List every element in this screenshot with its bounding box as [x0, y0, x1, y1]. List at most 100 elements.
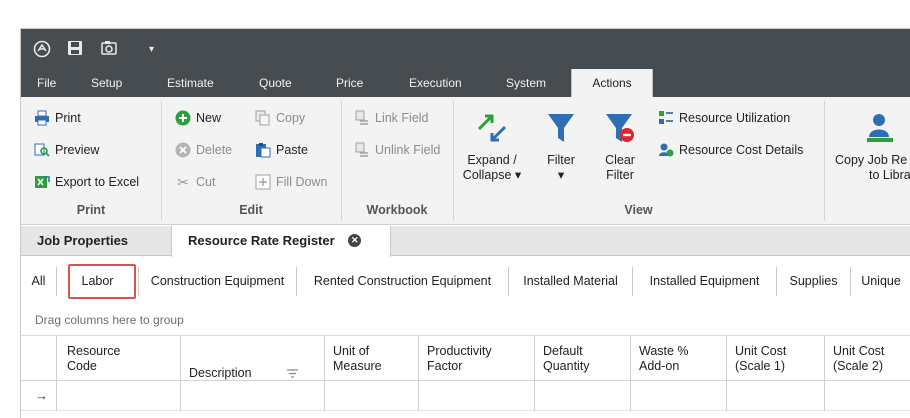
resource-utilization-icon: [657, 109, 675, 127]
table-row[interactable]: →: [21, 381, 910, 411]
paste-button[interactable]: Paste: [254, 139, 308, 161]
copy-job-label-line2: to Libra: [869, 168, 910, 182]
copy-job-label-line1: Copy Job Re: [835, 153, 908, 167]
camera-icon[interactable]: [101, 40, 119, 56]
row-selector[interactable]: →: [21, 381, 57, 411]
paste-label: Paste: [276, 143, 308, 157]
save-icon[interactable]: [67, 40, 83, 56]
tab-job-properties-label: Job Properties: [37, 233, 129, 248]
copy-job-resources-icon: [865, 111, 910, 149]
tab-resource-rate-register[interactable]: Resource Rate Register ✕: [171, 226, 391, 257]
print-group-label: Print: [76, 203, 106, 217]
filter-funnel-icon: [541, 111, 581, 149]
application-window: ▾ File Setup Estimate Quote Price Execut…: [20, 28, 910, 418]
paste-icon: [254, 141, 272, 159]
plus-circle-icon: [174, 109, 192, 127]
column-waste-add-on[interactable]: Waste % Add-on: [631, 336, 727, 381]
clear-filter-button[interactable]: Clear Filter: [598, 111, 642, 183]
delete-icon: [174, 141, 192, 159]
subtab-installed-equipment[interactable]: Installed Equipment: [633, 267, 777, 296]
cell-unit-cost-scale-2[interactable]: [825, 381, 910, 411]
group-by-area[interactable]: Drag columns here to group: [21, 304, 910, 336]
cell-default-quantity[interactable]: [535, 381, 631, 411]
unlink-field-icon: [353, 141, 371, 159]
current-row-arrow-icon: →: [35, 388, 48, 403]
cell-productivity-factor[interactable]: [419, 381, 535, 411]
delete-button[interactable]: Delete: [174, 139, 232, 161]
ribbon: Print Preview Export to Excel Print New: [21, 97, 910, 225]
close-tab-icon[interactable]: ✕: [348, 234, 362, 248]
cut-button[interactable]: ✂ Cut: [174, 171, 215, 193]
app-logo-icon[interactable]: [33, 40, 51, 58]
expand-collapse-icon: [461, 111, 523, 149]
link-field-label: Link Field: [375, 111, 429, 125]
column-productivity-factor[interactable]: Productivity Factor: [419, 336, 535, 381]
filter-label: Filter: [547, 153, 575, 167]
resource-cost-details-button[interactable]: Resource Cost Details: [657, 139, 803, 161]
copy-label: Copy: [276, 111, 306, 125]
edit-group-label: Edit: [239, 203, 263, 217]
resource-cost-details-label: Resource Cost Details: [679, 143, 804, 157]
view-group-label: View: [624, 203, 653, 217]
menu-price[interactable]: Price: [336, 69, 363, 97]
cell-waste-add-on[interactable]: [631, 381, 727, 411]
copy-button[interactable]: Copy: [254, 107, 305, 129]
cell-description[interactable]: [181, 381, 325, 411]
subtab-unique[interactable]: Unique: [851, 267, 910, 296]
cut-label: Cut: [196, 175, 216, 189]
column-unit-cost-scale-2[interactable]: Unit Cost (Scale 2): [825, 336, 910, 381]
menu-execution[interactable]: Execution: [409, 69, 462, 97]
preview-button[interactable]: Preview: [33, 139, 99, 161]
filter-button[interactable]: Filter ▾: [541, 111, 581, 183]
unlink-field-button[interactable]: Unlink Field: [353, 139, 440, 161]
link-field-button[interactable]: Link Field: [353, 107, 429, 129]
fill-down-button[interactable]: Fill Down: [254, 171, 327, 193]
column-resource-code[interactable]: Resource Code: [57, 336, 181, 381]
subtab-installed-material[interactable]: Installed Material: [509, 267, 633, 296]
expand-collapse-button[interactable]: Expand / Collapse ▾: [461, 111, 523, 183]
delete-label: Delete: [196, 143, 233, 157]
column-description[interactable]: Description: [181, 336, 325, 381]
menu-system[interactable]: System: [506, 69, 546, 97]
menu-file[interactable]: File: [37, 69, 56, 97]
cell-unit-cost-scale-1[interactable]: [727, 381, 825, 411]
fill-down-icon: [254, 173, 272, 191]
column-unit-of-measure[interactable]: Unit of Measure: [325, 336, 419, 381]
cell-resource-code[interactable]: [57, 381, 181, 411]
resource-utilization-label: Resource Utilization: [679, 111, 791, 125]
menu-estimate[interactable]: Estimate: [167, 69, 214, 97]
resource-utilization-button[interactable]: Resource Utilization: [657, 107, 790, 129]
tab-job-properties[interactable]: Job Properties: [37, 226, 128, 256]
collapse-label: Collapse ▾: [462, 168, 522, 182]
filter-dropdown-icon: ▾: [557, 168, 565, 182]
group-divider: [824, 101, 825, 221]
document-tab-strip: Job Properties Resource Rate Register ✕: [21, 226, 910, 257]
copy-job-resources-button[interactable]: Copy Job Re to Libra: [831, 111, 910, 183]
row-selector-header: [21, 336, 57, 381]
resource-type-tabs: All Labor Construction Equipment Rented …: [21, 267, 910, 297]
new-button[interactable]: New: [174, 107, 221, 129]
subtab-supplies[interactable]: Supplies: [777, 267, 851, 296]
tab-resource-rate-register-label: Resource Rate Register: [188, 233, 335, 248]
column-filter-icon[interactable]: [287, 352, 298, 382]
export-to-excel-button[interactable]: Export to Excel: [33, 171, 139, 193]
column-unit-cost-scale-1[interactable]: Unit Cost (Scale 1): [727, 336, 825, 381]
menu-actions[interactable]: Actions: [571, 69, 653, 97]
column-default-quantity[interactable]: Default Quantity: [535, 336, 631, 381]
preview-icon: [33, 141, 51, 159]
preview-label: Preview: [55, 143, 100, 157]
customize-dropdown-icon[interactable]: ▾: [149, 41, 154, 59]
new-label: New: [196, 111, 222, 125]
print-button[interactable]: Print: [33, 107, 81, 129]
title-bar: ▾: [21, 29, 910, 69]
subtab-construction-equipment[interactable]: Construction Equipment: [139, 267, 297, 296]
column-description-label: Description: [189, 366, 252, 380]
clear-label: Clear: [605, 153, 635, 167]
menu-bar: File Setup Estimate Quote Price Executio…: [21, 69, 910, 97]
subtab-all[interactable]: All: [21, 267, 57, 296]
cell-unit-of-measure[interactable]: [325, 381, 419, 411]
subtab-rented-construction-equipment[interactable]: Rented Construction Equipment: [297, 267, 509, 296]
subtab-labor[interactable]: Labor: [57, 267, 139, 297]
menu-quote[interactable]: Quote: [259, 69, 292, 97]
menu-setup[interactable]: Setup: [91, 69, 122, 97]
